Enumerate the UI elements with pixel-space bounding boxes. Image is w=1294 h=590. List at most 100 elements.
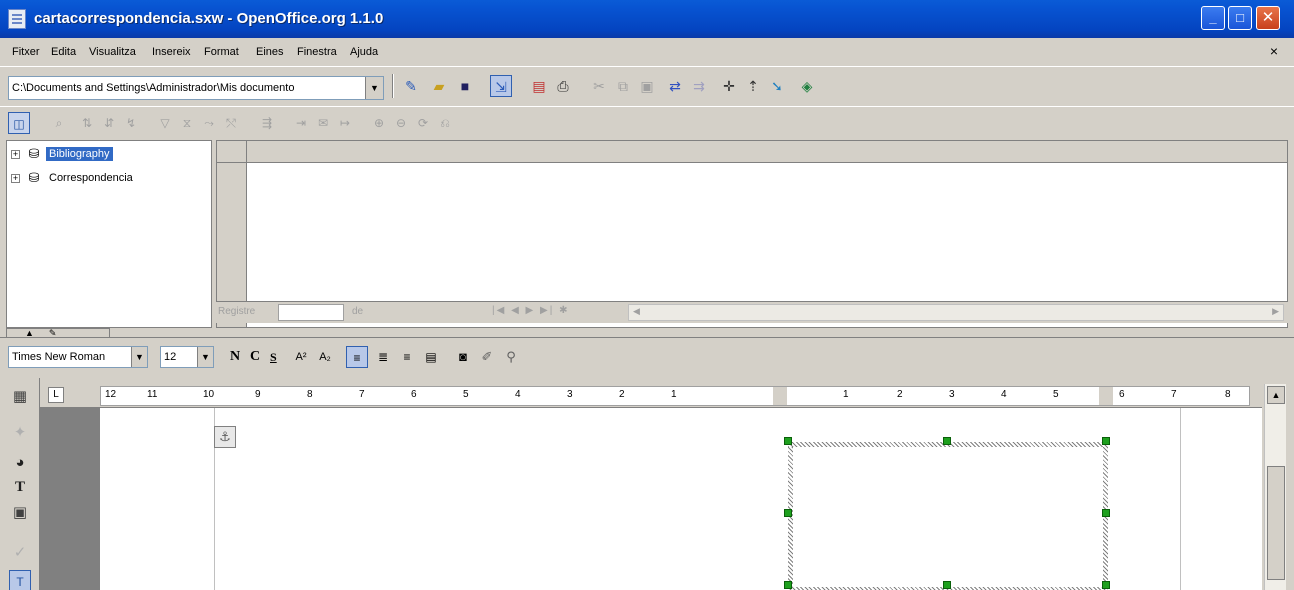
menu-format[interactable]: Format [204,46,239,58]
edit-file-icon[interactable]: ✎ [400,75,422,97]
sort-ascending-icon[interactable]: ⇅ [76,112,98,134]
font-color-icon[interactable]: ◙ [452,346,474,368]
sort-descending-icon[interactable]: ⇵ [98,112,120,134]
scroll-thumb[interactable] [1267,466,1285,580]
stylist-icon[interactable]: ⇡ [742,75,764,97]
gallery-icon[interactable]: ◈ [796,75,818,97]
selected-frame[interactable] [788,442,1108,590]
insert-form-icon[interactable]: ▣ [9,502,31,524]
data-grid[interactable] [216,140,1288,328]
autofilter-icon[interactable]: ▽ [154,112,176,134]
save-icon[interactable]: ■ [454,75,476,97]
close-button[interactable]: ✕ [1256,6,1280,30]
maximize-button[interactable]: □ [1228,6,1252,30]
superscript-icon[interactable]: A² [290,346,312,368]
open-folder-icon[interactable]: ▰ [428,75,450,97]
hyperlink-icon[interactable]: ➘ [766,75,788,97]
background-color-icon[interactable]: ⚲ [500,346,522,368]
align-left-icon[interactable]: ≡ [346,346,368,368]
font-name-combobox[interactable]: Times New Roman ▼ [8,346,148,368]
grid-column-header[interactable] [247,141,1287,163]
highlight-icon[interactable]: ✐ [476,346,498,368]
source-of-current-document-icon[interactable]: ↦ [334,112,356,134]
beamer-splitter[interactable]: ▲ ✎ [0,328,1294,338]
insert-table-icon[interactable]: ▦ [9,386,31,408]
menu-window[interactable]: Finestra [297,46,337,58]
insert-text-icon[interactable]: T [9,476,31,498]
menu-file[interactable]: Fitxer [12,46,40,58]
tree-item-bibliography[interactable]: + ⛁ Bibliography [11,146,113,164]
grid-horizontal-scrollbar[interactable]: ◀ ▶ [628,304,1284,321]
explorer-icon[interactable]: ◫ [8,112,30,134]
chevron-down-icon[interactable]: ▼ [365,77,383,99]
ruler-scale[interactable]: 12 11 10 9 8 7 6 5 4 3 2 1 1 2 3 4 5 6 7… [100,386,1250,406]
mail-merge-icon[interactable]: ✉ [312,112,334,134]
save-record-icon[interactable]: ⊕ [368,112,390,134]
paste-icon[interactable]: ▣ [636,75,658,97]
document-page[interactable]: ⚓ [100,408,1262,590]
horizontal-ruler[interactable]: L 12 11 10 9 8 7 6 5 4 3 2 1 1 2 3 4 5 6… [40,384,1262,408]
menu-view[interactable]: Visualitza [89,46,136,58]
justify-icon[interactable]: ▤ [420,346,442,368]
expand-icon[interactable]: + [11,173,20,183]
resize-handle[interactable] [784,581,792,589]
url-combobox[interactable]: C:\Documents and Settings\Administrador\… [8,76,384,100]
redo-icon[interactable]: ⇉ [688,75,710,97]
close-document-icon[interactable]: × [1270,43,1278,59]
resize-handle[interactable] [1102,437,1110,445]
copy-icon[interactable]: ⧉ [612,75,634,97]
data-to-fields-icon[interactable]: ⇥ [290,112,312,134]
underline-button[interactable]: S [270,350,277,365]
menu-insert[interactable]: Insereix [152,46,191,58]
tree-item-correspondencia[interactable]: + ⛁ Correspondencia [11,170,136,188]
bold-button[interactable]: N [230,349,240,365]
text-frame-icon[interactable]: T [9,570,31,590]
data-to-text-icon[interactable]: ⇶ [256,112,278,134]
undo-icon[interactable]: ⇄ [664,75,686,97]
sort-icon[interactable]: ↯ [120,112,142,134]
resize-handle[interactable] [784,509,792,517]
record-nav-buttons[interactable]: |◀ ◀ ▶ ▶| ✱ [492,305,569,316]
print-icon[interactable]: ⎙ [552,75,574,97]
menu-tools[interactable]: Eines [256,46,284,58]
chevron-down-icon[interactable]: ▼ [131,347,147,367]
subscript-icon[interactable]: A₂ [314,346,336,368]
menu-help[interactable]: Ajuda [350,46,378,58]
splitter-handle[interactable]: ▲ ✎ [6,328,110,338]
data-sources-icon[interactable]: ⇲ [490,75,512,97]
vertical-scrollbar[interactable]: ▲ [1264,384,1286,590]
scroll-right-icon[interactable]: ▶ [1272,306,1279,317]
export-pdf-icon[interactable]: ▤ [528,75,550,97]
italic-button[interactable]: C [250,349,260,365]
chevron-down-icon[interactable]: ▼ [197,347,213,367]
spellcheck-icon[interactable]: ✓ [9,542,31,564]
scroll-left-icon[interactable]: ◀ [633,306,640,317]
standard-filter-icon[interactable]: ⧖ [176,112,198,134]
insert-fields-icon[interactable]: ✦ [9,422,31,444]
expand-icon[interactable]: + [11,149,20,159]
resize-handle[interactable] [943,437,951,445]
menu-edit[interactable]: Edita [51,46,76,58]
resize-handle[interactable] [784,437,792,445]
apply-filter-icon[interactable]: ⤳ [198,112,220,134]
navigator-icon[interactable]: ✛ [718,75,740,97]
remove-filter-icon[interactable]: ⤲ [220,112,242,134]
font-size-combobox[interactable]: 12 ▼ [160,346,214,368]
find-record-icon[interactable]: ⌕ [48,112,70,134]
refresh-icon[interactable]: ⟳ [412,112,434,134]
cut-icon[interactable]: ✂ [588,75,610,97]
record-number-input[interactable] [278,304,344,321]
minimize-button[interactable]: _ [1201,6,1225,30]
undo-record-icon[interactable]: ⊖ [390,112,412,134]
insert-object-icon[interactable]: ◕ [9,452,31,474]
align-right-icon[interactable]: ≡ [396,346,418,368]
anchor-icon[interactable]: ⚓ [214,426,236,448]
resize-handle[interactable] [943,581,951,589]
rebuild-icon[interactable]: ⎌ [434,112,456,134]
grid-corner[interactable] [217,141,247,163]
resize-handle[interactable] [1102,509,1110,517]
align-center-icon[interactable]: ≣ [372,346,394,368]
scroll-up-icon[interactable]: ▲ [1267,386,1285,404]
resize-handle[interactable] [1102,581,1110,589]
tab-stop-selector[interactable]: L [48,387,64,403]
